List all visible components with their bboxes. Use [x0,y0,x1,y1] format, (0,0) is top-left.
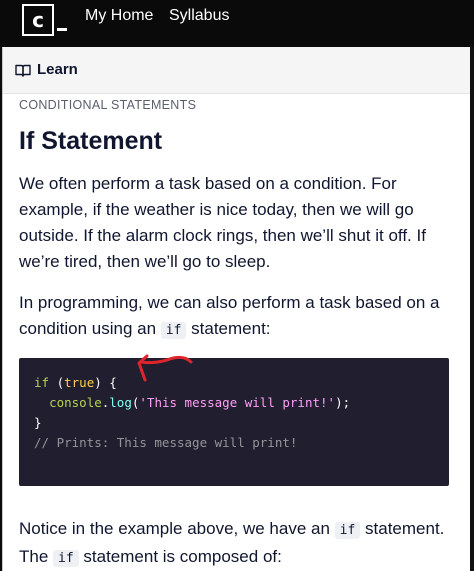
nav-syllabus-link[interactable]: Syllabus [169,7,229,25]
logo-letter: c [32,8,44,32]
code-comment: // Prints: This message will print! [34,435,298,450]
code-paren-close-brace: ) { [94,375,117,390]
book-icon [15,64,31,77]
panel-scrollbar[interactable] [470,47,474,571]
lesson-title: If Statement [19,127,163,155]
lesson-panel: Learn CONDITIONAL STATEMENTS If Statemen… [2,47,474,571]
inline-code-if-2: if [334,522,361,539]
code-keyword-if: if [34,375,50,390]
learn-tab-bar[interactable]: Learn [3,47,471,94]
code-call-close: ); [335,395,351,410]
codecademy-logo[interactable]: c [22,4,54,36]
lesson-kicker: CONDITIONAL STATEMENTS [19,98,197,112]
para3-text-c: statement is composed of: [78,547,282,566]
code-console: console [49,395,102,410]
code-lines: if (true) { console.log('This message wi… [34,373,350,453]
code-const-true: true [64,375,95,390]
para2-text-after: statement: [186,319,271,338]
code-string: 'This message will print!' [139,395,336,410]
code-example-block: if (true) { console.log('This message wi… [19,358,449,486]
inline-code-if-3: if [53,550,79,567]
lesson-paragraph-3: Notice in the example above, we have an … [19,516,459,571]
lesson-paragraph-1: We often perform a task based on a condi… [19,174,426,271]
code-close-brace: } [34,415,42,430]
logo-underscore [57,28,67,31]
para3-text-a: Notice in the example above, we have an [19,519,335,538]
code-log: log [109,395,132,410]
nav-my-home-link[interactable]: My Home [85,7,153,25]
code-paren-open: ( [49,375,65,390]
lesson-paragraph-2: In programming, we can also perform a ta… [19,290,459,344]
inline-code-if: if [160,322,187,339]
top-navigation-bar: c My Home Syllabus [0,0,474,47]
learn-tab-label: Learn [37,61,78,78]
